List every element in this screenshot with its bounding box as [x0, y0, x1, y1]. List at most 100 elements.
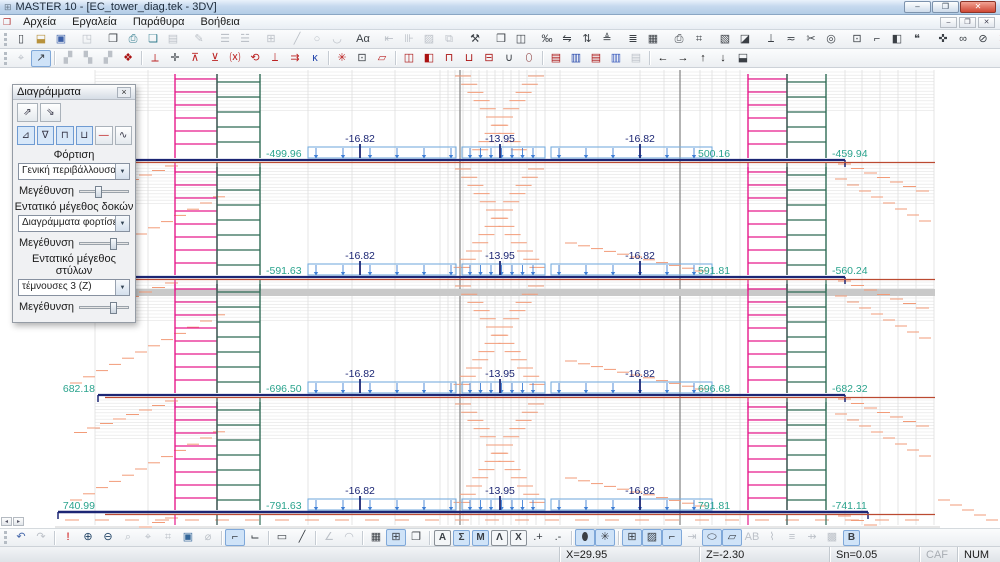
column-diagram-open-button[interactable]: ⊓ — [439, 50, 459, 67]
binoculars-button[interactable]: ◎ — [821, 31, 841, 48]
cup-section-button[interactable]: ∪ — [499, 50, 519, 67]
list-editor-button[interactable]: ≣ — [623, 31, 643, 48]
spring-tool-button[interactable]: ≂ — [781, 31, 801, 48]
recalculate-alert-button[interactable]: ! — [58, 529, 78, 546]
corner-mode-button[interactable]: ⌐ — [225, 529, 245, 546]
zoom-slider-thumb[interactable] — [110, 238, 117, 250]
support-tool-button[interactable]: ⟘ — [761, 31, 781, 48]
zoom-out-button[interactable]: ⊖ — [98, 529, 118, 546]
letter-sigma-button[interactable]: Σ — [453, 530, 470, 546]
unlink-members-button[interactable]: ⊘ — [973, 31, 993, 48]
diagram-tool-point-button[interactable]: ⇘ — [40, 103, 61, 122]
sort-levels-button[interactable]: ⇅ — [577, 31, 597, 48]
drawing-canvas[interactable]: -16.82-13.95-16.82459.77-499.96500.16-45… — [0, 68, 1000, 528]
frame-print-button[interactable]: ⌗ — [689, 31, 709, 48]
deformation-diagram-button[interactable]: ∿ — [115, 126, 133, 145]
calculator-button[interactable]: ▦ — [643, 31, 663, 48]
load-combination-button[interactable]: ⇉ — [285, 50, 305, 67]
ellipse-mode-button[interactable]: ⬭ — [702, 529, 722, 546]
support-load-button[interactable]: ⟘ — [265, 50, 285, 67]
print-button[interactable]: ⎙ — [123, 31, 143, 48]
undo-button[interactable]: ↶ — [11, 529, 31, 546]
print-preview-button[interactable]: ❏ — [143, 31, 163, 48]
close-button[interactable]: ✕ — [960, 1, 996, 13]
print-batch-button[interactable]: ⎙ — [669, 31, 689, 48]
view-3d-button[interactable]: ▧ — [715, 31, 735, 48]
zoom-in-button[interactable]: ⊕ — [78, 529, 98, 546]
child-minimize-button[interactable]: – — [940, 17, 957, 28]
save-view-button[interactable]: ◧ — [887, 31, 907, 48]
diagram-tool-line-button[interactable]: ⇗ — [17, 103, 38, 122]
delete-entity-button[interactable]: ✕ — [993, 31, 1000, 48]
text-style-button[interactable]: Aα — [353, 31, 373, 48]
scroll-right-button[interactable]: ▸ — [13, 517, 24, 526]
pan-left-button[interactable]: ← — [653, 50, 673, 67]
bar-diagram-button[interactable]: ― — [95, 126, 113, 145]
minimize-button[interactable]: – — [904, 1, 931, 13]
cylinder-section-button[interactable]: ⬯ — [519, 50, 539, 67]
copy-button[interactable]: ❐ — [103, 31, 123, 48]
zoom-slider-thumb[interactable] — [95, 186, 102, 198]
beam-diagram-1-button[interactable]: ▤ — [546, 50, 566, 67]
image-capture-button[interactable]: ▣ — [178, 529, 198, 546]
axes-star-button[interactable]: ✳ — [332, 50, 352, 67]
pan-hand-button[interactable]: ✜ — [933, 31, 953, 48]
scroll-left-button[interactable]: ◂ — [1, 517, 12, 526]
monitor-results-button[interactable]: ⊟ — [479, 50, 499, 67]
diagram-pointer-button[interactable]: ↗ — [31, 50, 51, 67]
letter-lambda-button[interactable]: Λ — [491, 530, 508, 546]
zoom-slider-thumb[interactable] — [110, 302, 117, 314]
tb2-grip[interactable] — [4, 52, 7, 65]
corner-tool-button[interactable]: ⌐ — [867, 31, 887, 48]
window-new-button[interactable]: ❒ — [491, 31, 511, 48]
zoom-slider-1[interactable] — [79, 190, 129, 193]
zoom-slider-3[interactable] — [79, 306, 129, 309]
tbb-grip[interactable] — [4, 531, 7, 544]
beam-diagram-2-button[interactable]: ▥ — [566, 50, 586, 67]
slab-polygon-button[interactable]: ▱ — [372, 50, 392, 67]
menu-item-1[interactable]: Αρχεία — [15, 15, 64, 30]
palette-close-button[interactable]: × — [117, 87, 131, 98]
render-view-button[interactable]: ◪ — [735, 31, 755, 48]
child-restore-button[interactable]: ❐ — [959, 17, 976, 28]
pan-down-button[interactable]: ↓ — [713, 50, 733, 67]
column-diagram-base-button[interactable]: ⊔ — [459, 50, 479, 67]
letter-x-button[interactable]: X — [510, 530, 527, 546]
measure-distance-button[interactable]: ▭ — [272, 529, 292, 546]
match-properties-button[interactable]: ⇋ — [557, 31, 577, 48]
column-quantity-select[interactable]: τέμνουσες 3 (Z) ▼ — [18, 279, 130, 296]
snap-star-button[interactable]: ✳ — [595, 529, 615, 546]
node-grid-button[interactable]: ⊡ — [847, 31, 867, 48]
local-axes-button[interactable]: ⟂ — [145, 50, 165, 67]
data-table-button[interactable]: ⊞ — [386, 529, 406, 546]
child-close-button[interactable]: ✕ — [978, 17, 995, 28]
link-members-button[interactable]: ∞ — [953, 31, 973, 48]
letter-m-button[interactable]: M — [472, 530, 489, 546]
k-node-button[interactable]: κ — [305, 50, 325, 67]
menu-item-3[interactable]: Παράθυρα — [125, 15, 193, 30]
column-diagram-mid-button[interactable]: ◧ — [419, 50, 439, 67]
solid-cube-button[interactable]: ⊡ — [352, 50, 372, 67]
node-tool-button[interactable]: ✛ — [165, 50, 185, 67]
load-xyz-button[interactable]: ⒳ — [225, 50, 245, 67]
torsion-diagram-button[interactable]: ⊔ — [76, 126, 94, 145]
beam-quantity-select[interactable]: Διαγράμματα φορτίσεων ▼ — [18, 215, 130, 232]
measure-line-button[interactable]: ╱ — [292, 529, 312, 546]
palette-title-bar[interactable]: Διαγράμματα × — [13, 85, 135, 100]
beam-diagram-4-button[interactable]: ▥ — [606, 50, 626, 67]
results-book-button[interactable]: ❖ — [118, 50, 138, 67]
parallelogram-mode-button[interactable]: ▱ — [722, 529, 742, 546]
ortho-image-button[interactable]: ▨ — [642, 529, 662, 546]
level-marker-button[interactable]: ≜ — [597, 31, 617, 48]
grid-snap-button[interactable]: ⊞ — [622, 529, 642, 546]
moment-diagram-button[interactable]: ⊿ — [17, 126, 35, 145]
restore-button[interactable]: ❐ — [932, 1, 959, 13]
open-file-button[interactable]: ⬓ — [31, 31, 51, 48]
member-releases-button[interactable]: ⊼ — [185, 50, 205, 67]
decimal-minus-button[interactable]: .- — [548, 529, 568, 546]
window-tile-button[interactable]: ◫ — [511, 31, 531, 48]
load-values-button[interactable]: ⊻ — [205, 50, 225, 67]
bend-mode-button[interactable]: ⌙ — [245, 529, 265, 546]
units-tool-button[interactable]: ‰ — [537, 31, 557, 48]
b-mode-button[interactable]: B — [843, 530, 860, 546]
